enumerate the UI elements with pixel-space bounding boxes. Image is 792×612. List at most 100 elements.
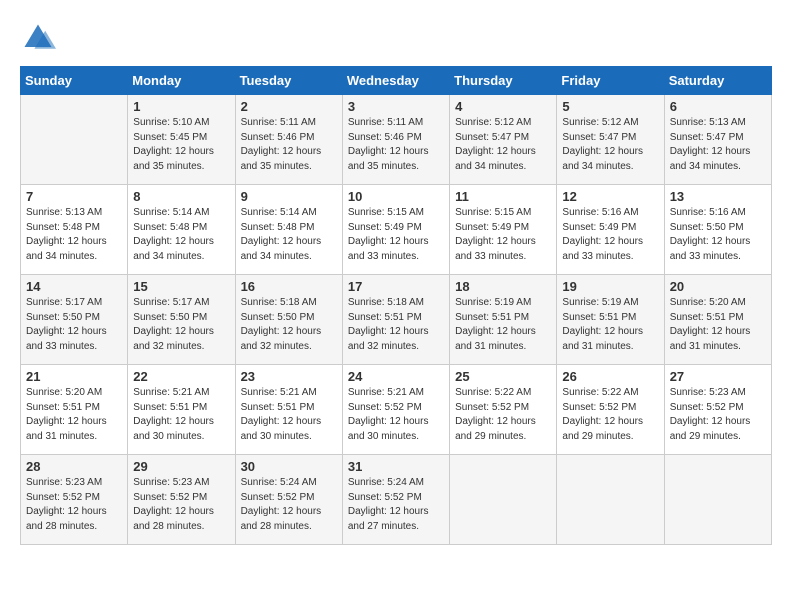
day-number: 16: [241, 279, 337, 294]
calendar-cell: 25Sunrise: 5:22 AM Sunset: 5:52 PM Dayli…: [450, 365, 557, 455]
day-number: 13: [670, 189, 766, 204]
calendar-cell: [21, 95, 128, 185]
header-day-friday: Friday: [557, 67, 664, 95]
calendar-cell: 31 Sunrise: 5:24 AM Sunset: 5:52 PM Dayli…: [342, 455, 449, 545]
calendar-cell: 9 Sunrise: 5:14 AM Sunset: 5:48 PM Daylig…: [235, 185, 342, 275]
calendar-cell: 4Sunrise: 5:12 AM Sunset: 5:47 PM Daylig…: [450, 95, 557, 185]
page-header: [20, 20, 772, 56]
day-number: 18: [455, 279, 551, 294]
day-number: 31: [348, 459, 444, 474]
day-info: Sunrise: 5:11 AM Sunset: 5:46 PM Dayligh…: [241, 116, 337, 174]
day-info: Sunrise: 5:20 AM Sunset: 5:51 PM Dayligh…: [670, 296, 766, 354]
day-info: Sunrise: 5:16 AM Sunset: 5:49 PM Dayligh…: [562, 206, 658, 264]
day-number: 4: [455, 99, 551, 114]
calendar-cell: 12 Sunrise: 5:16 AM Sunset: 5:49 PM Dayli…: [557, 185, 664, 275]
week-row-4: 28 Sunrise: 5:23 AM Sunset: 5:52 PM Dayli…: [21, 455, 772, 545]
calendar-cell: 21Sunrise: 5:20 AM Sunset: 5:51 PM Dayli…: [21, 365, 128, 455]
day-info: Sunrise: 5:23 AM Sunset: 5:52 PM Dayligh…: [133, 476, 229, 534]
day-number: 24: [348, 369, 444, 384]
calendar-cell: 3 Sunrise: 5:11 AM Sunset: 5:46 PM Daylig…: [342, 95, 449, 185]
header-day-thursday: Thursday: [450, 67, 557, 95]
day-info: Sunrise: 5:19 AM Sunset: 5:51 PM Dayligh…: [455, 296, 551, 354]
day-info: Sunrise: 5:21 AM Sunset: 5:51 PM Dayligh…: [241, 386, 337, 444]
day-number: 7: [26, 189, 122, 204]
calendar-cell: 24 Sunrise: 5:21 AM Sunset: 5:52 PM Dayli…: [342, 365, 449, 455]
day-number: 29: [133, 459, 229, 474]
day-info: Sunrise: 5:19 AM Sunset: 5:51 PM Dayligh…: [562, 296, 658, 354]
day-number: 1: [133, 99, 229, 114]
day-number: 21: [26, 369, 122, 384]
calendar-table: SundayMondayTuesdayWednesdayThursdayFrid…: [20, 66, 772, 545]
day-number: 17: [348, 279, 444, 294]
calendar-cell: 6Sunrise: 5:13 AM Sunset: 5:47 PM Daylig…: [664, 95, 771, 185]
day-number: 26: [562, 369, 658, 384]
day-info: Sunrise: 5:13 AM Sunset: 5:47 PM Dayligh…: [670, 116, 766, 174]
calendar-cell: 23 Sunrise: 5:21 AM Sunset: 5:51 PM Dayli…: [235, 365, 342, 455]
day-info: Sunrise: 5:14 AM Sunset: 5:48 PM Dayligh…: [241, 206, 337, 264]
day-info: Sunrise: 5:18 AM Sunset: 5:51 PM Dayligh…: [348, 296, 444, 354]
week-row-3: 21Sunrise: 5:20 AM Sunset: 5:51 PM Dayli…: [21, 365, 772, 455]
calendar-cell: 16 Sunrise: 5:18 AM Sunset: 5:50 PM Dayli…: [235, 275, 342, 365]
day-number: 20: [670, 279, 766, 294]
day-info: Sunrise: 5:17 AM Sunset: 5:50 PM Dayligh…: [26, 296, 122, 354]
header-day-sunday: Sunday: [21, 67, 128, 95]
day-number: 3: [348, 99, 444, 114]
calendar-cell: [664, 455, 771, 545]
day-info: Sunrise: 5:22 AM Sunset: 5:52 PM Dayligh…: [562, 386, 658, 444]
calendar-cell: 22Sunrise: 5:21 AM Sunset: 5:51 PM Dayli…: [128, 365, 235, 455]
calendar-body: 1 Sunrise: 5:10 AM Sunset: 5:45 PM Daylig…: [21, 95, 772, 545]
week-row-1: 7Sunrise: 5:13 AM Sunset: 5:48 PM Daylig…: [21, 185, 772, 275]
day-info: Sunrise: 5:15 AM Sunset: 5:49 PM Dayligh…: [455, 206, 551, 264]
header-day-monday: Monday: [128, 67, 235, 95]
day-info: Sunrise: 5:23 AM Sunset: 5:52 PM Dayligh…: [670, 386, 766, 444]
day-info: Sunrise: 5:24 AM Sunset: 5:52 PM Dayligh…: [241, 476, 337, 534]
day-info: Sunrise: 5:23 AM Sunset: 5:52 PM Dayligh…: [26, 476, 122, 534]
day-info: Sunrise: 5:18 AM Sunset: 5:50 PM Dayligh…: [241, 296, 337, 354]
calendar-cell: 2 Sunrise: 5:11 AM Sunset: 5:46 PM Daylig…: [235, 95, 342, 185]
day-number: 23: [241, 369, 337, 384]
header-day-tuesday: Tuesday: [235, 67, 342, 95]
day-info: Sunrise: 5:17 AM Sunset: 5:50 PM Dayligh…: [133, 296, 229, 354]
calendar-cell: 27 Sunrise: 5:23 AM Sunset: 5:52 PM Dayli…: [664, 365, 771, 455]
day-info: Sunrise: 5:11 AM Sunset: 5:46 PM Dayligh…: [348, 116, 444, 174]
calendar-cell: 7Sunrise: 5:13 AM Sunset: 5:48 PM Daylig…: [21, 185, 128, 275]
calendar-cell: 28 Sunrise: 5:23 AM Sunset: 5:52 PM Dayli…: [21, 455, 128, 545]
day-number: 28: [26, 459, 122, 474]
header-day-wednesday: Wednesday: [342, 67, 449, 95]
calendar-cell: 18 Sunrise: 5:19 AM Sunset: 5:51 PM Dayli…: [450, 275, 557, 365]
calendar-cell: 30Sunrise: 5:24 AM Sunset: 5:52 PM Dayli…: [235, 455, 342, 545]
week-row-0: 1 Sunrise: 5:10 AM Sunset: 5:45 PM Daylig…: [21, 95, 772, 185]
header-day-saturday: Saturday: [664, 67, 771, 95]
day-info: Sunrise: 5:24 AM Sunset: 5:52 PM Dayligh…: [348, 476, 444, 534]
calendar-cell: 20 Sunrise: 5:20 AM Sunset: 5:51 PM Dayli…: [664, 275, 771, 365]
day-number: 27: [670, 369, 766, 384]
calendar-cell: 19 Sunrise: 5:19 AM Sunset: 5:51 PM Dayli…: [557, 275, 664, 365]
calendar-cell: 29 Sunrise: 5:23 AM Sunset: 5:52 PM Dayli…: [128, 455, 235, 545]
day-number: 12: [562, 189, 658, 204]
day-number: 5: [562, 99, 658, 114]
day-number: 14: [26, 279, 122, 294]
day-number: 8: [133, 189, 229, 204]
calendar-cell: 13 Sunrise: 5:16 AM Sunset: 5:50 PM Dayli…: [664, 185, 771, 275]
logo-icon: [20, 20, 56, 56]
day-number: 10: [348, 189, 444, 204]
day-number: 15: [133, 279, 229, 294]
calendar-header: SundayMondayTuesdayWednesdayThursdayFrid…: [21, 67, 772, 95]
day-info: Sunrise: 5:21 AM Sunset: 5:52 PM Dayligh…: [348, 386, 444, 444]
day-info: Sunrise: 5:16 AM Sunset: 5:50 PM Dayligh…: [670, 206, 766, 264]
day-number: 2: [241, 99, 337, 114]
calendar-cell: 5 Sunrise: 5:12 AM Sunset: 5:47 PM Daylig…: [557, 95, 664, 185]
calendar-cell: 10Sunrise: 5:15 AM Sunset: 5:49 PM Dayli…: [342, 185, 449, 275]
day-info: Sunrise: 5:10 AM Sunset: 5:45 PM Dayligh…: [133, 116, 229, 174]
day-info: Sunrise: 5:12 AM Sunset: 5:47 PM Dayligh…: [562, 116, 658, 174]
day-number: 22: [133, 369, 229, 384]
calendar-cell: 17 Sunrise: 5:18 AM Sunset: 5:51 PM Dayli…: [342, 275, 449, 365]
calendar-cell: 14 Sunrise: 5:17 AM Sunset: 5:50 PM Dayli…: [21, 275, 128, 365]
calendar-cell: 15 Sunrise: 5:17 AM Sunset: 5:50 PM Dayli…: [128, 275, 235, 365]
calendar-cell: 1 Sunrise: 5:10 AM Sunset: 5:45 PM Daylig…: [128, 95, 235, 185]
logo: [20, 20, 62, 56]
calendar-cell: 26 Sunrise: 5:22 AM Sunset: 5:52 PM Dayli…: [557, 365, 664, 455]
week-row-2: 14 Sunrise: 5:17 AM Sunset: 5:50 PM Dayli…: [21, 275, 772, 365]
day-number: 9: [241, 189, 337, 204]
day-number: 19: [562, 279, 658, 294]
